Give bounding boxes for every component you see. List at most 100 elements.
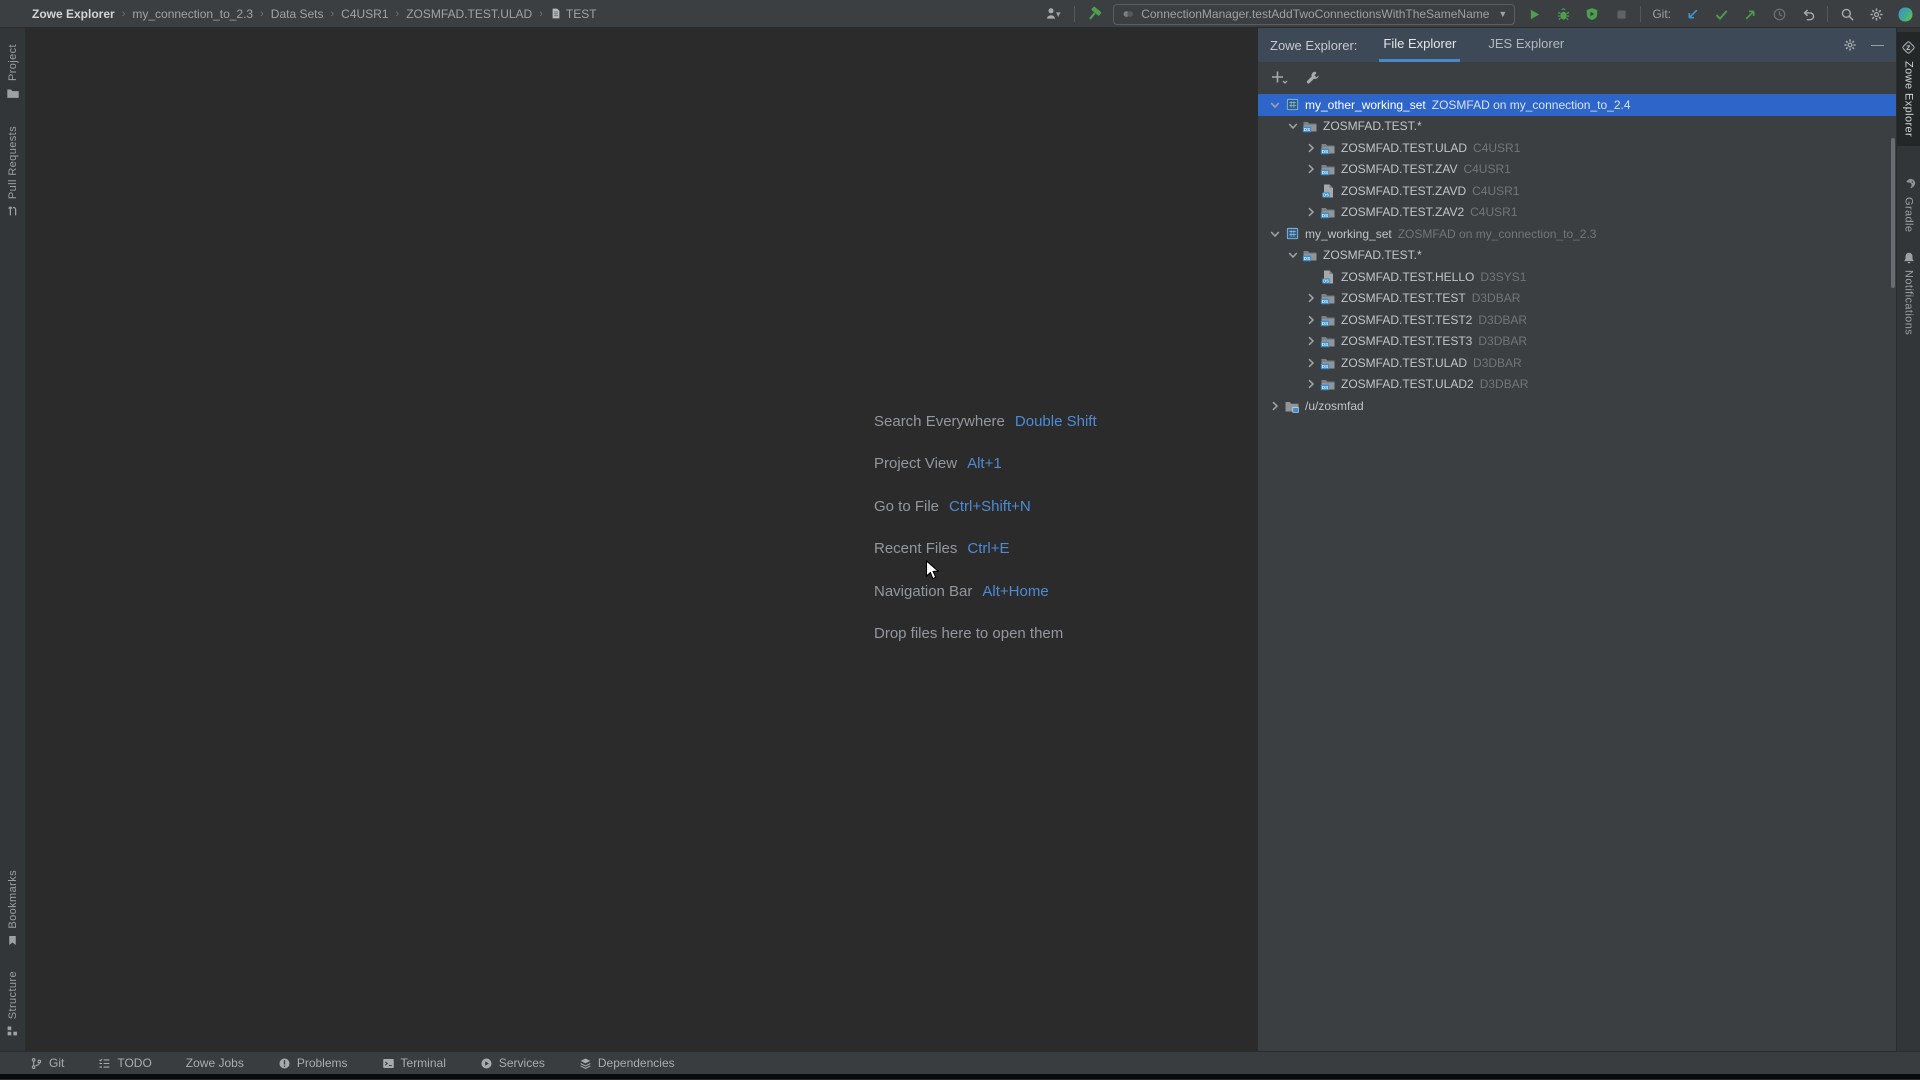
tree-node-secondary-label: ZOSMFAD on my_connection_to_2.3 (1398, 227, 1597, 241)
tree-node-label: my_other_working_set (1305, 98, 1426, 112)
bottom-bar-button-git[interactable]: Git (30, 1056, 64, 1070)
build-hammer-icon[interactable] (1084, 3, 1104, 25)
tree-row[interactable]: DS ZOSMFAD.TEST.TEST D3DBAR (1258, 288, 1896, 310)
tree-row[interactable]: DSZOSMFAD.TEST.ZAV2C4USR1 (1258, 202, 1896, 224)
chevron-down-icon[interactable] (1266, 97, 1283, 113)
breadcrumb-item[interactable]: Zowe Explorer (32, 7, 115, 21)
ds-folder-icon: DS (1319, 376, 1337, 392)
tool-stripe-button-structure[interactable]: Structure (6, 971, 19, 1037)
tree-row[interactable]: DSZOSMFAD.TEST.ZAVC4USR1 (1258, 159, 1896, 181)
bottom-bar-button-problems[interactable]: Problems (278, 1056, 348, 1070)
run-with-coverage-button[interactable] (1582, 3, 1602, 25)
settings-wrench-icon[interactable] (1305, 70, 1320, 85)
stripe-label: Pull Requests (7, 126, 19, 199)
tool-stripe-button-pull-requests[interactable]: Pull Requests (1, 126, 25, 218)
tree-row[interactable]: DSZOSMFAD.TEST.TEST3D3DBAR (1258, 331, 1896, 353)
scrollbar-thumb[interactable] (1891, 138, 1895, 288)
chevron-right-icon[interactable] (1302, 333, 1319, 349)
toolbar-separator (1640, 6, 1641, 22)
bottom-bar-label: Zowe Jobs (186, 1056, 244, 1070)
bottom-tool-window-bar: Git TODO Zowe Jobs Problems Terminal Services… (0, 1051, 1920, 1074)
svg-text:DS: DS (1322, 342, 1328, 347)
tree-node-label: ZOSMFAD.TEST.TEST (1341, 291, 1466, 305)
todo-list-icon (98, 1057, 111, 1070)
tree-row[interactable]: DSZOSMFAD.TEST.ZAVDC4USR1 (1258, 180, 1896, 202)
chevron-right-icon[interactable] (1266, 398, 1283, 414)
settings-gear-icon[interactable] (1866, 3, 1886, 25)
chevron-right-icon[interactable] (1302, 376, 1319, 392)
tool-stripe-button-notifications[interactable]: Notifications (1902, 251, 1916, 335)
breadcrumb-item[interactable]: my_connection_to_2.3 (132, 7, 253, 21)
tree-node-secondary-label: D3SYS1 (1480, 270, 1526, 284)
breadcrumb-item[interactable]: TEST (550, 7, 597, 21)
svg-text:DS: DS (1322, 170, 1328, 175)
tool-stripe-button-gradle[interactable]: Gradle (1901, 176, 1917, 232)
tool-stripe-button-bookmarks[interactable]: Bookmarks (6, 870, 19, 947)
tool-stripe-button-project[interactable]: Project (6, 44, 20, 100)
run-configuration-select[interactable]: ConnectionManager.testAddTwoConnectionsW… (1113, 4, 1515, 25)
tool-stripe-button-zowe-explorer[interactable]: ZZowe Explorer (1897, 32, 1920, 146)
breadcrumb-item[interactable]: Data Sets (271, 7, 324, 21)
bottom-bar-button-todo[interactable]: TODO (98, 1056, 151, 1070)
chevron-down-icon[interactable] (1266, 226, 1283, 242)
breadcrumb-item[interactable]: C4USR1 (341, 7, 388, 21)
chevron-right-icon[interactable] (1302, 204, 1319, 220)
tree-node-label: ZOSMFAD.TEST.ULAD (1341, 356, 1467, 370)
add-working-set-button[interactable] (1270, 69, 1289, 85)
user-dropdown-icon[interactable]: ▾ (1039, 3, 1065, 25)
tree-row[interactable]: DSZOSMFAD.TEST.ULADC4USR1 (1258, 137, 1896, 159)
tree-row[interactable]: my_other_working_setZOSMFAD on my_connec… (1258, 94, 1896, 116)
tree-row[interactable]: my_working_setZOSMFAD on my_connection_t… (1258, 223, 1896, 245)
breadcrumb-separator: › (122, 8, 126, 20)
chevron-right-icon[interactable] (1302, 355, 1319, 371)
tree-node-secondary-label: D3DBAR (1472, 291, 1521, 305)
bottom-bar-button-dependencies[interactable]: Dependencies (579, 1056, 675, 1070)
git-push-button[interactable] (1740, 3, 1760, 25)
panel-settings-gear-icon[interactable] (1843, 38, 1857, 52)
debug-button[interactable] (1553, 3, 1573, 25)
uss-folder-icon (1283, 398, 1301, 414)
ds-folder-icon: DS (1319, 140, 1337, 156)
run-button[interactable] (1524, 3, 1544, 25)
tree-node-secondary-label: D3DBAR (1478, 313, 1527, 327)
breadcrumb-item[interactable]: ZOSMFAD.TEST.ULAD (406, 7, 532, 21)
svg-text:DS: DS (1322, 385, 1328, 390)
tree-node-secondary-label: C4USR1 (1473, 141, 1520, 155)
shortcut-hint-line: Project ViewAlt+1 (874, 443, 1097, 486)
bottom-bar-button-services[interactable]: Services (480, 1056, 545, 1070)
bottom-bar-label: TODO (117, 1056, 151, 1070)
tree-row[interactable]: DSZOSMFAD.TEST.TEST2D3DBAR (1258, 309, 1896, 331)
tree-row[interactable]: DSZOSMFAD.TEST.HELLOD3SYS1 (1258, 266, 1896, 288)
git-update-button[interactable] (1682, 3, 1702, 25)
breadcrumb-separator: › (260, 8, 264, 20)
tree-row[interactable]: DSZOSMFAD.TEST.ULAD2D3DBAR (1258, 374, 1896, 396)
rollback-button[interactable] (1798, 3, 1818, 25)
tree-row[interactable]: /u/zosmfad (1258, 395, 1896, 417)
tab-jes-explorer[interactable]: JES Explorer (1484, 28, 1568, 62)
bottom-bar-button-terminal[interactable]: Terminal (382, 1056, 446, 1070)
tree-row[interactable]: DSZOSMFAD.TEST.* (1258, 245, 1896, 267)
chevron-right-icon[interactable] (1302, 161, 1319, 177)
tree-row[interactable]: DSZOSMFAD.TEST.ULADD3DBAR (1258, 352, 1896, 374)
search-everywhere-icon[interactable] (1837, 3, 1857, 25)
tree-node-label: ZOSMFAD.TEST.HELLO (1341, 270, 1474, 284)
bottom-bar-button-zowe-jobs[interactable]: Zowe Jobs (186, 1056, 244, 1070)
chevron-right-icon[interactable] (1302, 290, 1319, 306)
user-avatar-icon[interactable] (1895, 3, 1915, 25)
chevron-right-icon[interactable] (1302, 140, 1319, 156)
chevron-right-icon[interactable] (1302, 312, 1319, 328)
toolbar-separator (1827, 6, 1828, 22)
chevron-down-icon[interactable] (1284, 118, 1301, 134)
breadcrumb-separator: › (396, 8, 400, 20)
tree-node-secondary-label: C4USR1 (1472, 184, 1519, 198)
panel-minimize-icon[interactable]: — (1871, 40, 1884, 50)
ds-folder-icon: DS (1319, 333, 1337, 349)
tree-row[interactable]: DSZOSMFAD.TEST.* (1258, 116, 1896, 138)
git-commit-button[interactable] (1711, 3, 1731, 25)
svg-text:DS: DS (1304, 127, 1310, 132)
svg-text:DS: DS (1322, 299, 1328, 304)
bottom-bar-label: Git (49, 1056, 64, 1070)
tab-file-explorer[interactable]: File Explorer (1379, 28, 1460, 62)
chevron-down-icon[interactable] (1284, 247, 1301, 263)
editor-shortcuts: Search EverywhereDouble ShiftProject Vie… (874, 400, 1097, 655)
